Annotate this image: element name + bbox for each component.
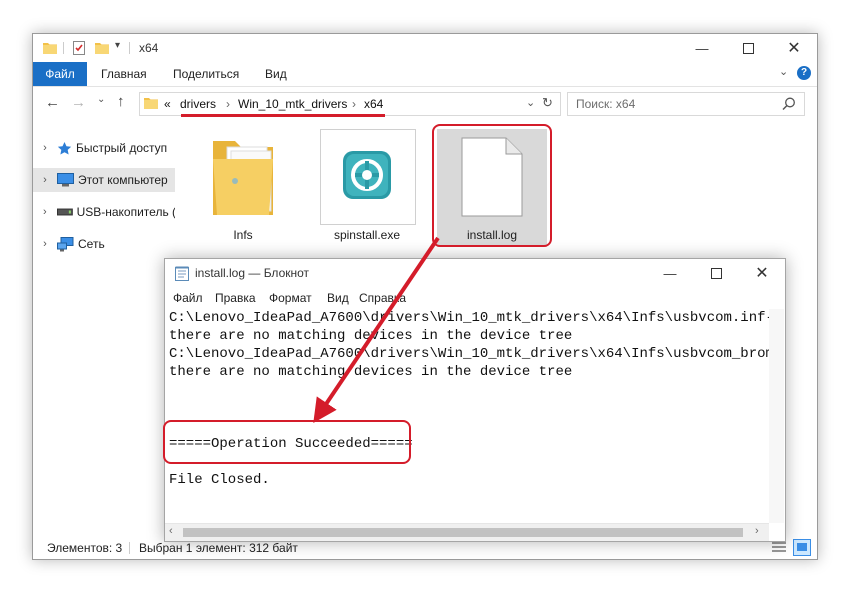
chevron-right-icon[interactable]: › bbox=[33, 238, 57, 250]
star-icon bbox=[57, 141, 72, 154]
tab-share[interactable]: Поделиться bbox=[173, 67, 239, 81]
notepad-close-button[interactable]: ✕ bbox=[739, 259, 785, 287]
notepad-icon bbox=[175, 266, 189, 281]
forward-arrow-icon[interactable]: → bbox=[71, 94, 86, 111]
tab-view[interactable]: Вид bbox=[265, 67, 287, 81]
navigation-pane: › Быстрый доступ › Этот компьютер › USB-… bbox=[33, 130, 175, 270]
menu-file[interactable]: Файл bbox=[173, 291, 203, 305]
address-dropdown-icon[interactable]: ⌄ bbox=[526, 96, 535, 109]
up-arrow-icon[interactable]: ↑ bbox=[117, 93, 125, 110]
menu-view[interactable]: Вид bbox=[327, 291, 349, 305]
file-item-spinstall[interactable]: spinstall.exe bbox=[319, 129, 416, 247]
help-icon[interactable]: ? bbox=[797, 66, 811, 80]
details-view-icon[interactable] bbox=[771, 540, 787, 555]
back-arrow-icon[interactable]: ← bbox=[45, 94, 60, 111]
minimize-icon: — bbox=[695, 40, 709, 56]
file-name: spinstall.exe bbox=[333, 228, 401, 242]
status-item-count: Элементов: 3 bbox=[47, 541, 123, 555]
new-folder-icon[interactable] bbox=[95, 42, 109, 54]
app-icon bbox=[343, 151, 391, 199]
window-title: x64 bbox=[139, 41, 159, 55]
vertical-scrollbar[interactable] bbox=[769, 309, 784, 523]
file-item-infs[interactable]: Infs bbox=[195, 129, 291, 247]
recent-dropdown-icon[interactable]: ⌄ bbox=[97, 94, 105, 105]
highlight-operation-succeeded bbox=[163, 420, 411, 464]
notepad-title-bar: install.log — Блокнот — ✕ bbox=[165, 259, 785, 287]
menu-format[interactable]: Формат bbox=[269, 291, 312, 305]
title-bar: ▾ x64 — ✕ bbox=[33, 34, 817, 62]
sidebar-item-usb[interactable]: › USB-накопитель ( bbox=[33, 200, 175, 224]
address-bar[interactable]: « drivers › Win_10_mtk_drivers › x64 ⌄ ↻ bbox=[139, 92, 561, 116]
sidebar-item-this-pc[interactable]: › Этот компьютер bbox=[33, 168, 175, 192]
scrollbar-thumb[interactable] bbox=[183, 528, 743, 537]
text-line bbox=[169, 381, 769, 399]
chevron-right-icon[interactable]: › bbox=[33, 174, 57, 186]
chevron-right-icon[interactable]: › bbox=[33, 142, 57, 154]
scroll-left-icon[interactable]: ‹ bbox=[169, 525, 173, 537]
notepad-text-area[interactable]: C:\Lenovo_IdeaPad_A7600\drivers\Win_10_m… bbox=[169, 309, 769, 523]
maximize-icon bbox=[742, 42, 754, 54]
ribbon: Файл Главная Поделиться Вид ⌄ ? bbox=[33, 62, 817, 87]
search-input[interactable]: Поиск: x64 bbox=[576, 97, 635, 111]
sidebar-item-label: USB-накопитель ( bbox=[76, 205, 175, 219]
close-button[interactable]: ✕ bbox=[771, 34, 817, 62]
tab-home[interactable]: Главная bbox=[101, 67, 147, 81]
search-box[interactable]: Поиск: x64 bbox=[567, 92, 805, 116]
breadcrumb-x64[interactable]: x64 bbox=[364, 97, 383, 111]
sidebar-item-label: Сеть bbox=[78, 237, 105, 251]
text-line: there are no matching devices in the dev… bbox=[169, 328, 573, 344]
folder-icon bbox=[213, 141, 273, 215]
large-icons-view-icon[interactable] bbox=[793, 539, 811, 556]
breadcrumb-win10[interactable]: Win_10_mtk_drivers bbox=[238, 97, 347, 111]
notepad-window: install.log — Блокнот — ✕ Файл Правка Фо… bbox=[164, 258, 786, 542]
minimize-icon: — bbox=[663, 265, 677, 281]
highlight-install-log bbox=[432, 124, 552, 247]
horizontal-scrollbar[interactable]: ‹ › bbox=[165, 523, 769, 541]
ribbon-expand-icon[interactable]: ⌄ bbox=[779, 65, 788, 78]
sidebar-item-label: Этот компьютер bbox=[78, 173, 168, 187]
computer-icon bbox=[57, 173, 74, 187]
qat-dropdown-icon[interactable]: ▾ bbox=[115, 40, 120, 51]
folder-icon bbox=[144, 98, 158, 109]
notepad-menu-bar: Файл Правка Формат Вид Справка bbox=[165, 287, 785, 309]
refresh-icon[interactable]: ↻ bbox=[542, 95, 553, 111]
status-selection: Выбран 1 элемент: 312 байт bbox=[139, 541, 298, 555]
network-icon bbox=[57, 236, 74, 251]
maximize-button[interactable] bbox=[725, 34, 771, 62]
search-icon[interactable] bbox=[782, 97, 796, 111]
file-name: Infs bbox=[233, 228, 253, 242]
text-line bbox=[169, 399, 769, 417]
navigation-bar: ← → ⌄ ↑ « drivers › Win_10_mtk_drivers ›… bbox=[33, 87, 817, 121]
folder-icon bbox=[43, 43, 57, 54]
text-line: C:\Lenovo_IdeaPad_A7600\drivers\Win_10_m… bbox=[169, 346, 769, 362]
breadcrumb-highlight bbox=[181, 114, 385, 117]
sidebar-item-quick-access[interactable]: › Быстрый доступ bbox=[33, 136, 175, 160]
tab-file[interactable]: Файл bbox=[33, 62, 87, 86]
breadcrumb-separator-icon: › bbox=[352, 97, 356, 111]
text-line: there are no matching devices in the dev… bbox=[169, 364, 573, 380]
menu-help[interactable]: Справка bbox=[359, 291, 406, 305]
notepad-maximize-button[interactable] bbox=[693, 259, 739, 287]
chevron-right-icon[interactable]: › bbox=[33, 206, 57, 218]
notepad-minimize-button[interactable]: — bbox=[647, 259, 693, 287]
text-line: File Closed. bbox=[169, 472, 270, 488]
breadcrumb-overflow[interactable]: « bbox=[164, 97, 171, 111]
minimize-button[interactable]: — bbox=[679, 34, 725, 62]
usb-drive-icon bbox=[56, 208, 73, 216]
maximize-icon bbox=[710, 267, 722, 279]
sidebar-item-label: Быстрый доступ bbox=[76, 141, 168, 155]
breadcrumb-separator-icon: › bbox=[226, 97, 230, 111]
close-icon: ✕ bbox=[755, 265, 769, 282]
text-line: C:\Lenovo_IdeaPad_A7600\drivers\Win_10_m… bbox=[169, 310, 769, 326]
scroll-right-icon[interactable]: › bbox=[755, 525, 759, 537]
breadcrumb-drivers[interactable]: drivers bbox=[180, 97, 216, 111]
menu-edit[interactable]: Правка bbox=[215, 291, 256, 305]
notepad-title: install.log — Блокнот bbox=[195, 266, 310, 280]
properties-icon[interactable] bbox=[73, 41, 85, 55]
sidebar-item-network[interactable]: › Сеть bbox=[33, 232, 175, 256]
close-icon: ✕ bbox=[787, 40, 801, 57]
